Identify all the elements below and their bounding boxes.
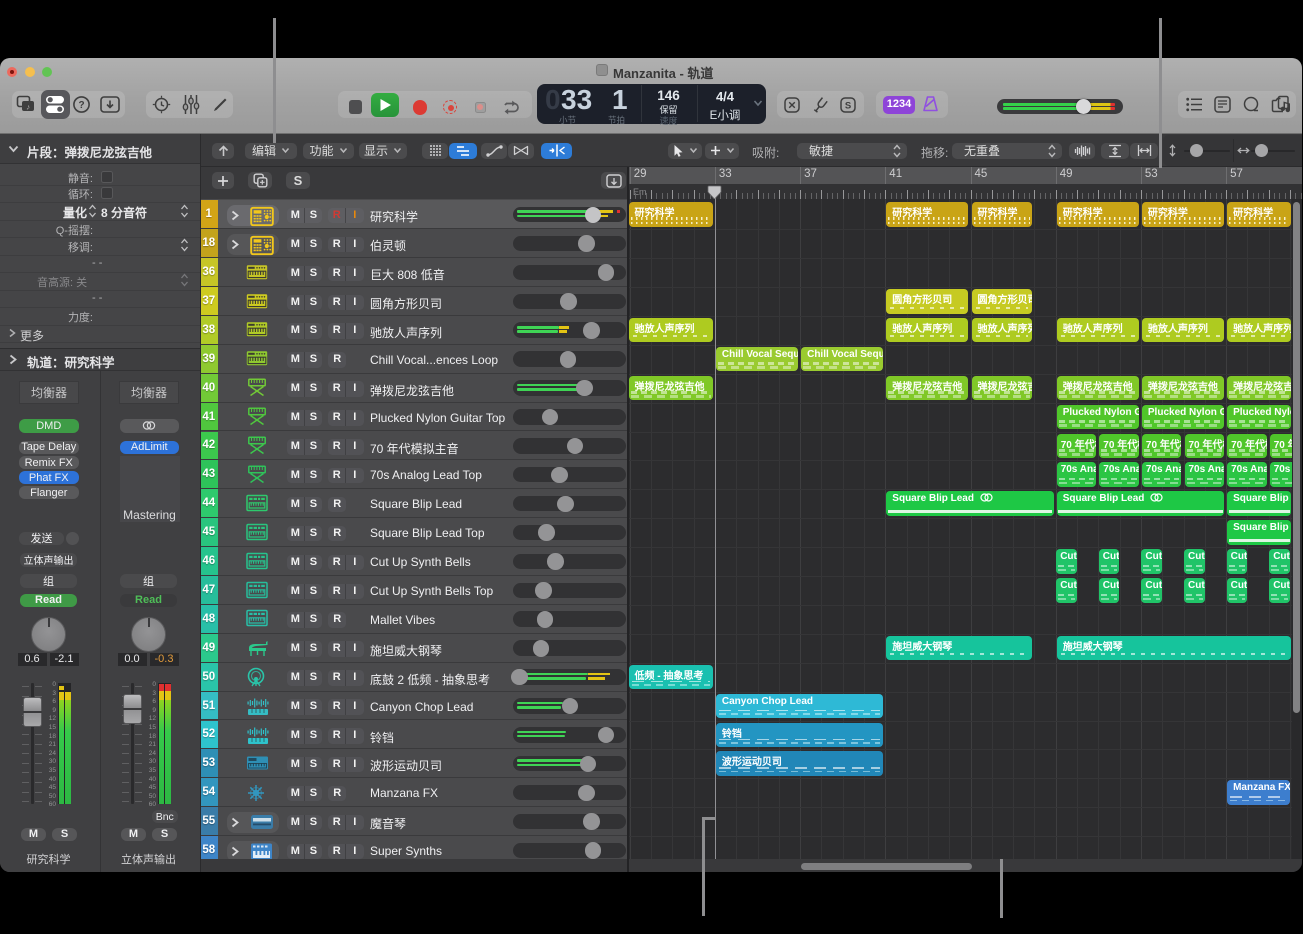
svg-text:S: S [845,101,851,112]
svg-text:?: ? [78,100,84,111]
svg-text:♪: ♪ [26,103,30,112]
